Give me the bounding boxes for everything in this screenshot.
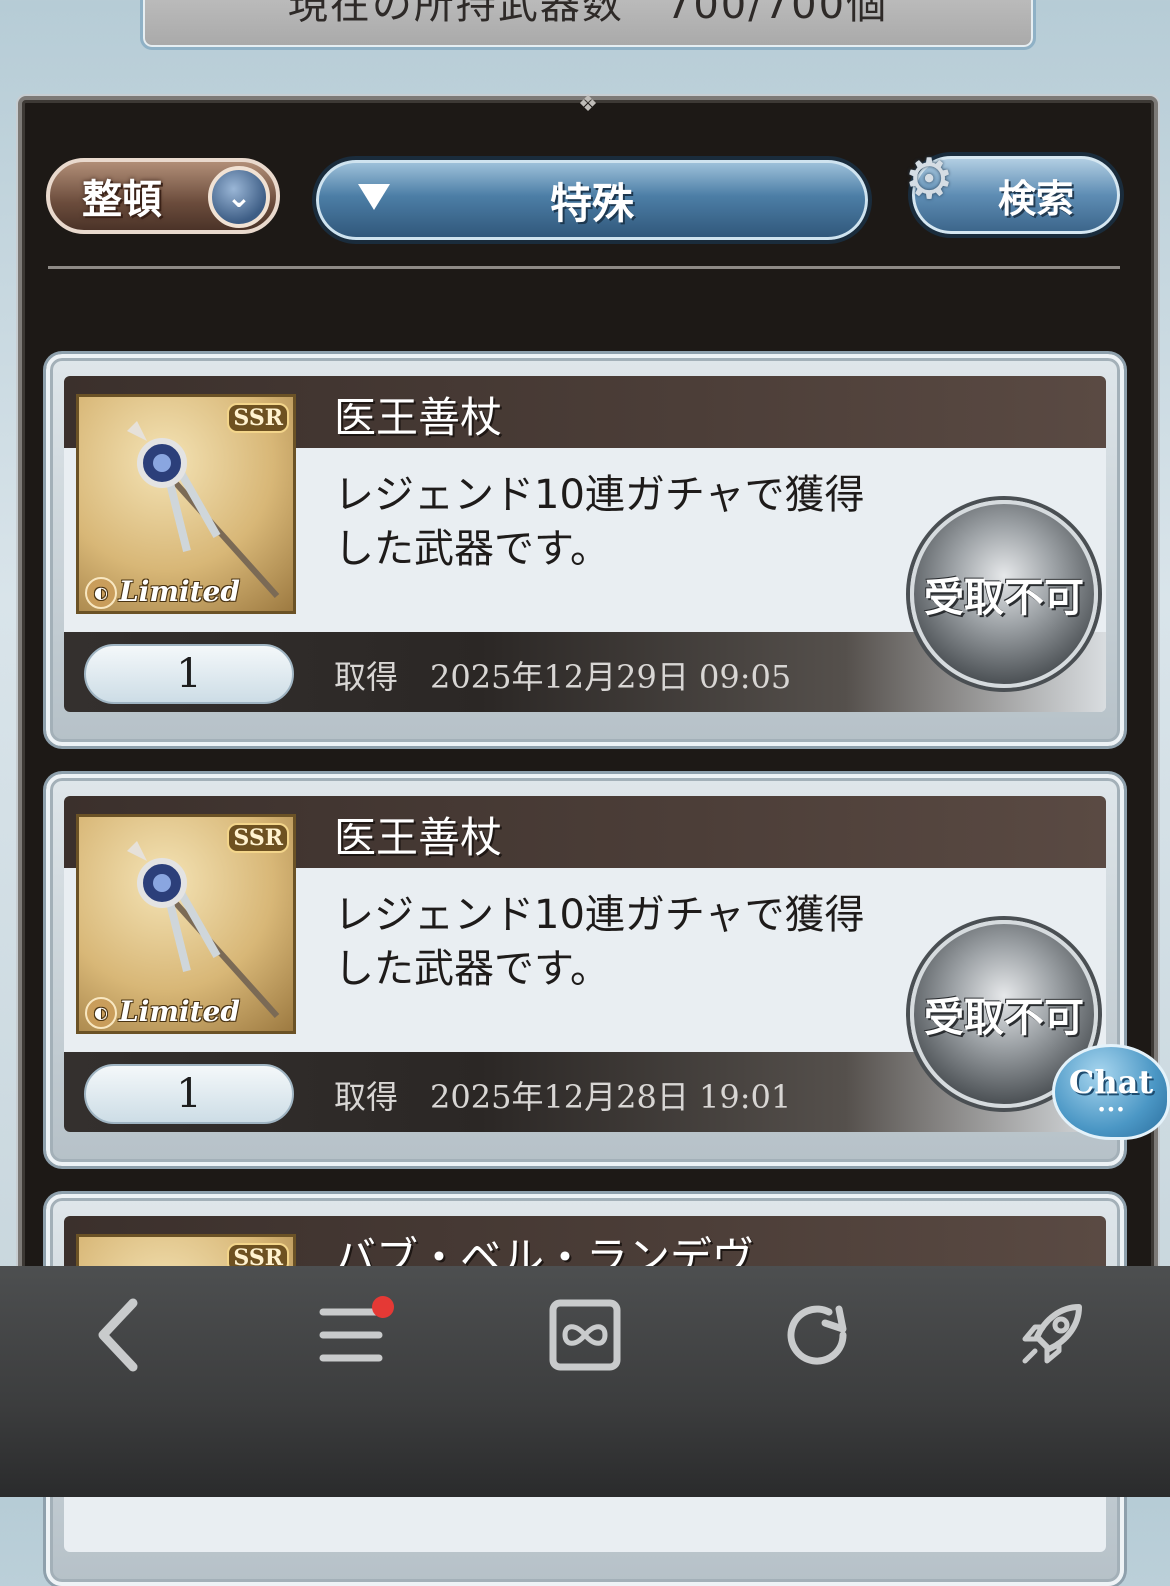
weapon-name: 医王善杖	[334, 813, 503, 862]
acquired-date: 取得 2025年12月29日 09:05	[334, 658, 792, 696]
sort-button[interactable]: 整頓 ⌄	[46, 158, 280, 234]
reload-button[interactable]	[772, 1290, 862, 1380]
limited-icon: ◐	[85, 997, 117, 1029]
weapon-card[interactable]: 医王善杖 SSR ◐ Limited レジェンド10連ガチャで獲得した武器です。 …	[46, 354, 1124, 746]
notification-badge	[372, 1296, 394, 1318]
weapon-description: レジェンド10連ガチャで獲得した武器です。	[334, 892, 865, 992]
dropdown-triangle-icon	[358, 184, 390, 210]
panel-ornament-icon: ❖	[578, 92, 598, 117]
chat-dots: •••	[1096, 1100, 1126, 1119]
weapon-thumbnail[interactable]: SSR ◐ Limited	[76, 814, 296, 1034]
toolbar-divider	[48, 256, 1120, 269]
back-button[interactable]	[74, 1290, 164, 1380]
rarity-badge: SSR	[227, 823, 289, 853]
rocket-icon	[1022, 1304, 1082, 1364]
receive-button-label: 受取不可	[924, 575, 1084, 621]
menu-button[interactable]	[306, 1290, 396, 1380]
filter-label: 特殊	[549, 178, 634, 228]
weapon-card-body: 医王善杖 SSR ◐ Limited レジェンド10連ガチャで獲得した武器です。 …	[64, 796, 1106, 1132]
back-icon	[98, 1298, 138, 1372]
chat-button[interactable]: Chat •••	[1052, 1044, 1170, 1140]
filter-dropdown[interactable]: 特殊	[312, 156, 872, 244]
gear-icon: ⚙	[904, 147, 955, 212]
weapon-description: レジェンド10連ガチャで獲得した武器です。	[334, 472, 865, 572]
inventory-count-text: 現在の所持武器数 700/700個	[287, 0, 889, 28]
receive-button[interactable]: 受取不可	[910, 500, 1098, 688]
search-label: 検索	[997, 175, 1074, 221]
tabs-icon	[549, 1299, 621, 1371]
weapon-card-body: 医王善杖 SSR ◐ Limited レジェンド10連ガチャで獲得した武器です。 …	[64, 376, 1106, 712]
chat-label: Chat	[1068, 1063, 1154, 1101]
weapon-card[interactable]: 医王善杖 SSR ◐ Limited レジェンド10連ガチャで獲得した武器です。 …	[46, 774, 1124, 1166]
limited-label: Limited	[119, 994, 240, 1028]
limited-badge: ◐ Limited	[85, 994, 240, 1029]
browser-toolbar	[0, 1266, 1170, 1497]
weapon-thumbnail[interactable]: SSR ◐ Limited	[76, 394, 296, 614]
weapon-count: 1	[84, 644, 294, 704]
rocket-button[interactable]	[1006, 1290, 1096, 1380]
sort-label: 整頓	[82, 176, 162, 223]
rarity-badge: SSR	[227, 403, 289, 433]
limited-label: Limited	[119, 574, 240, 608]
tabs-button[interactable]	[540, 1290, 630, 1380]
acquired-date: 取得 2025年12月28日 19:01	[334, 1078, 792, 1116]
weapon-name: 医王善杖	[334, 393, 503, 442]
reload-icon	[787, 1305, 847, 1365]
sort-chevron-icon: ⌄	[208, 166, 270, 228]
weapon-count: 1	[84, 1064, 294, 1124]
receive-button-label: 受取不可	[924, 995, 1084, 1041]
limited-badge: ◐ Limited	[85, 574, 240, 609]
inventory-count-banner: 現在の所持武器数 700/700個	[140, 0, 1036, 50]
search-button[interactable]: ⚙ 検索	[904, 152, 1124, 238]
limited-icon: ◐	[85, 577, 117, 609]
